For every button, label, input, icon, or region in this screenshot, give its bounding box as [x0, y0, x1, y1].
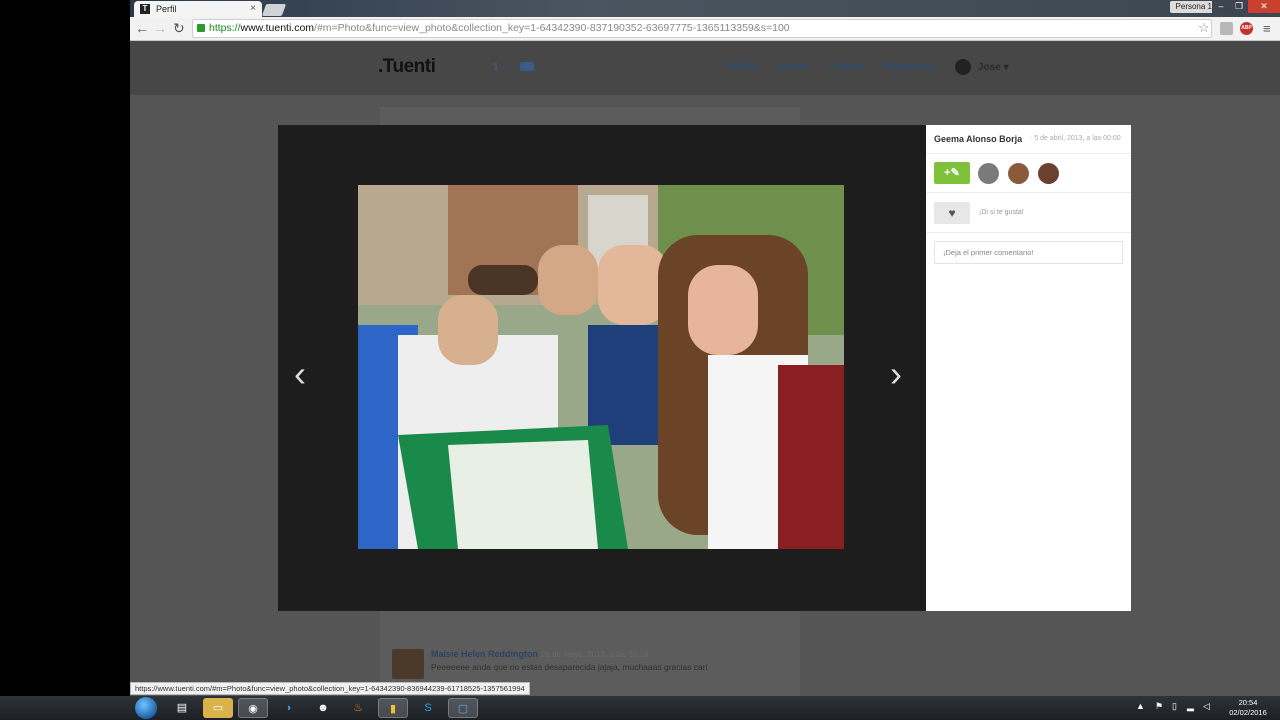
windows-start-icon[interactable]: [135, 697, 157, 719]
nav-tarifas[interactable]: Tarifas: [724, 61, 756, 72]
comment-date: 26 de mayo, 2013, a las 10:16: [541, 650, 649, 659]
flame-app-icon[interactable]: ♨: [343, 698, 373, 718]
tagged-avatar[interactable]: [1008, 163, 1029, 184]
extension-icon[interactable]: [1220, 22, 1233, 35]
adblock-icon[interactable]: ABP: [1240, 22, 1253, 35]
divider: [926, 192, 1131, 193]
tuenti-header: .Tuenti 1 Tarifas Ayuda Cuenta Momentos …: [130, 41, 1280, 95]
url-host: www.tuenti.com: [240, 22, 315, 34]
nav-ayuda[interactable]: Ayuda: [778, 61, 808, 72]
network-icon[interactable]: ▂: [1187, 701, 1194, 712]
tagged-avatar[interactable]: [1038, 163, 1059, 184]
chrome-icon[interactable]: ◉: [238, 698, 268, 718]
volume-icon[interactable]: ◁: [1203, 701, 1210, 712]
tagged-avatar[interactable]: [978, 163, 999, 184]
tab-close-icon[interactable]: ×: [250, 3, 256, 14]
reload-icon[interactable]: ↻: [173, 20, 185, 36]
heart-icon[interactable]: ♥: [934, 202, 970, 224]
lock-icon: [197, 24, 205, 32]
comment-avatar: [392, 649, 424, 679]
tray-flag-icon[interactable]: ⚑: [1155, 701, 1163, 712]
photo-stage: ‹ ›: [278, 125, 926, 611]
skype-icon[interactable]: S: [413, 698, 443, 718]
like-prompt: ¡Di si te gusta!: [979, 209, 1024, 216]
address-bar[interactable]: https://www.tuenti.com/#m=Photo&func=vie…: [192, 19, 1212, 38]
screen-app-icon[interactable]: ▢: [448, 698, 478, 718]
tuenti-page: .Tuenti 1 Tarifas Ayuda Cuenta Momentos …: [130, 41, 1280, 696]
tuenti-logo[interactable]: .Tuenti: [378, 56, 436, 78]
tray-expand-icon[interactable]: ▲: [1136, 701, 1145, 711]
camera-icon[interactable]: [520, 62, 534, 71]
status-bar-url: https://www.tuenti.com/#m=Photo&func=vie…: [130, 682, 530, 695]
prev-photo-icon[interactable]: ‹: [294, 353, 306, 395]
comment-author: Maisie Helen Reddington: [431, 649, 539, 659]
tab-title: Perfil: [156, 4, 177, 14]
star-icon[interactable]: ☆: [1198, 20, 1210, 36]
window-controls: – ❐ ✕: [1212, 0, 1280, 13]
clock-time: 20:54: [1238, 698, 1258, 707]
browser-toolbar: ← → ↻ https://www.tuenti.com/#m=Photo&fu…: [130, 17, 1280, 41]
notification-count[interactable]: 1: [493, 62, 499, 73]
taskbar-clock[interactable]: 20:54 02/02/2016: [1224, 698, 1272, 718]
forward-icon[interactable]: →: [153, 20, 167, 36]
photo-author[interactable]: Geema Alonso Borja: [934, 134, 1022, 144]
comment-input[interactable]: ¡Deja el primer comentario!: [934, 241, 1123, 264]
photo-image: [358, 185, 844, 549]
windows-store-icon[interactable]: ▤: [167, 698, 197, 718]
minimize-icon[interactable]: –: [1212, 0, 1230, 13]
clock-date: 02/02/2016: [1229, 708, 1267, 717]
battery-icon[interactable]: ▯: [1172, 701, 1177, 712]
launcher-app-icon[interactable]: ▮: [378, 698, 408, 718]
back-icon[interactable]: ←: [135, 20, 149, 36]
nav-momentos[interactable]: Momentos: [884, 61, 934, 72]
divider: [926, 153, 1131, 154]
divider: [926, 232, 1131, 233]
next-photo-icon[interactable]: ›: [890, 353, 902, 395]
browser-window: T Perfil × Persona 1 – ❐ ✕ ← → ↻ https:/…: [130, 0, 1280, 696]
nav-cuenta[interactable]: Cuenta: [829, 61, 863, 72]
new-tab-button[interactable]: [261, 4, 287, 16]
skull-app-icon[interactable]: ☻: [308, 698, 338, 718]
windows-taskbar: ▤ ▭ ◉ ◑ ☻ ♨ ▮ S ▢ ▲ ⚑ ▯ ▂ ◁ 20:54 02/02/…: [0, 696, 1280, 720]
tag-icon[interactable]: +✎: [934, 162, 970, 184]
window-close-icon[interactable]: ✕: [1248, 0, 1280, 13]
screen: T Perfil × Persona 1 – ❐ ✕ ← → ↻ https:/…: [0, 0, 1280, 720]
app-icon[interactable]: ◑: [273, 698, 303, 718]
url-scheme: https://: [209, 22, 241, 34]
file-explorer-icon[interactable]: ▭: [203, 698, 233, 718]
photo[interactable]: [358, 185, 844, 549]
tab-strip: T Perfil × Persona 1 – ❐ ✕: [130, 0, 1280, 17]
photo-details-panel: Geema Alonso Borja · 5 de abril, 2013, a…: [926, 125, 1131, 611]
menu-icon[interactable]: ≡: [1263, 22, 1276, 35]
profile-button[interactable]: Persona 1: [1169, 1, 1218, 13]
comment-text: Peeeeeee anda que no estas desaparecida …: [431, 662, 708, 672]
tuenti-favicon-icon: T: [140, 4, 150, 14]
desktop-background: [0, 0, 130, 696]
restore-icon[interactable]: ❐: [1230, 0, 1248, 13]
photo-date: · 5 de abril, 2013, a las 00:00: [1030, 135, 1121, 142]
url-path: /#m=Photo&func=view_photo&collection_key…: [314, 22, 790, 34]
user-menu[interactable]: Jose ▾: [978, 62, 1009, 73]
user-avatar[interactable]: [955, 59, 971, 75]
tab-perfil[interactable]: T Perfil ×: [134, 1, 262, 17]
